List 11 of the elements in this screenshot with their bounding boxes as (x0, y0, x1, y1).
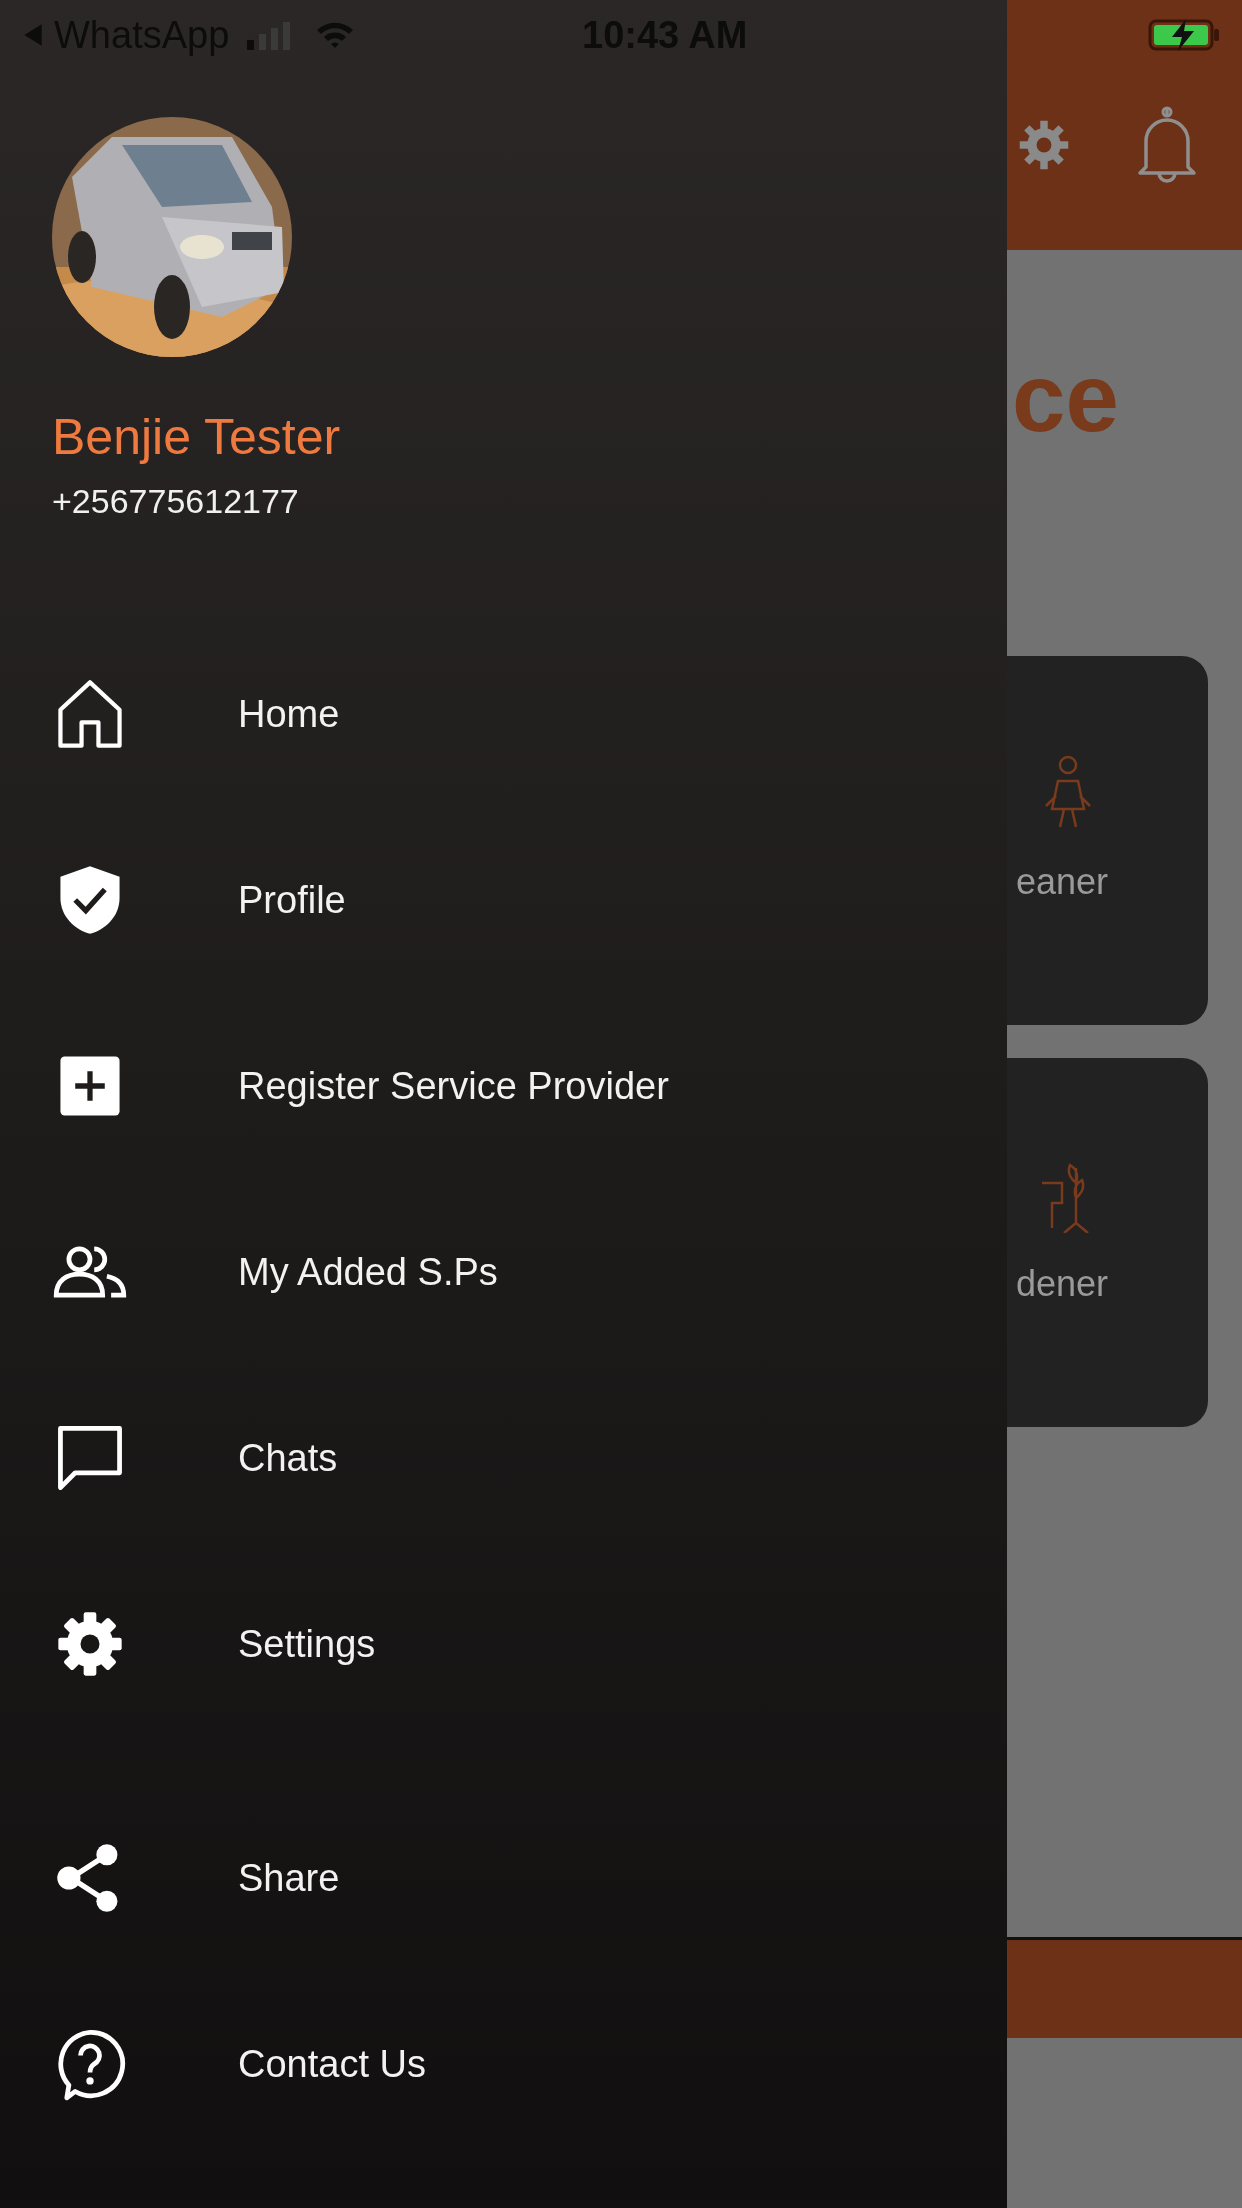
signal-icon (247, 20, 292, 50)
phone-number: +256775612177 (52, 481, 300, 522)
page-title: ce (1012, 345, 1119, 451)
menu-item[interactable]: Share (52, 1785, 1007, 1971)
card-label: dener (1015, 1262, 1108, 1305)
menu-item[interactable]: Contact Us (52, 1971, 1007, 2157)
wifi-icon (315, 20, 356, 50)
battery-charging-icon (1148, 17, 1222, 53)
user-name: Benjie Tester (52, 408, 342, 467)
card-label: eaner (1015, 860, 1108, 903)
menu-item[interactable]: Settings (52, 1551, 1007, 1737)
